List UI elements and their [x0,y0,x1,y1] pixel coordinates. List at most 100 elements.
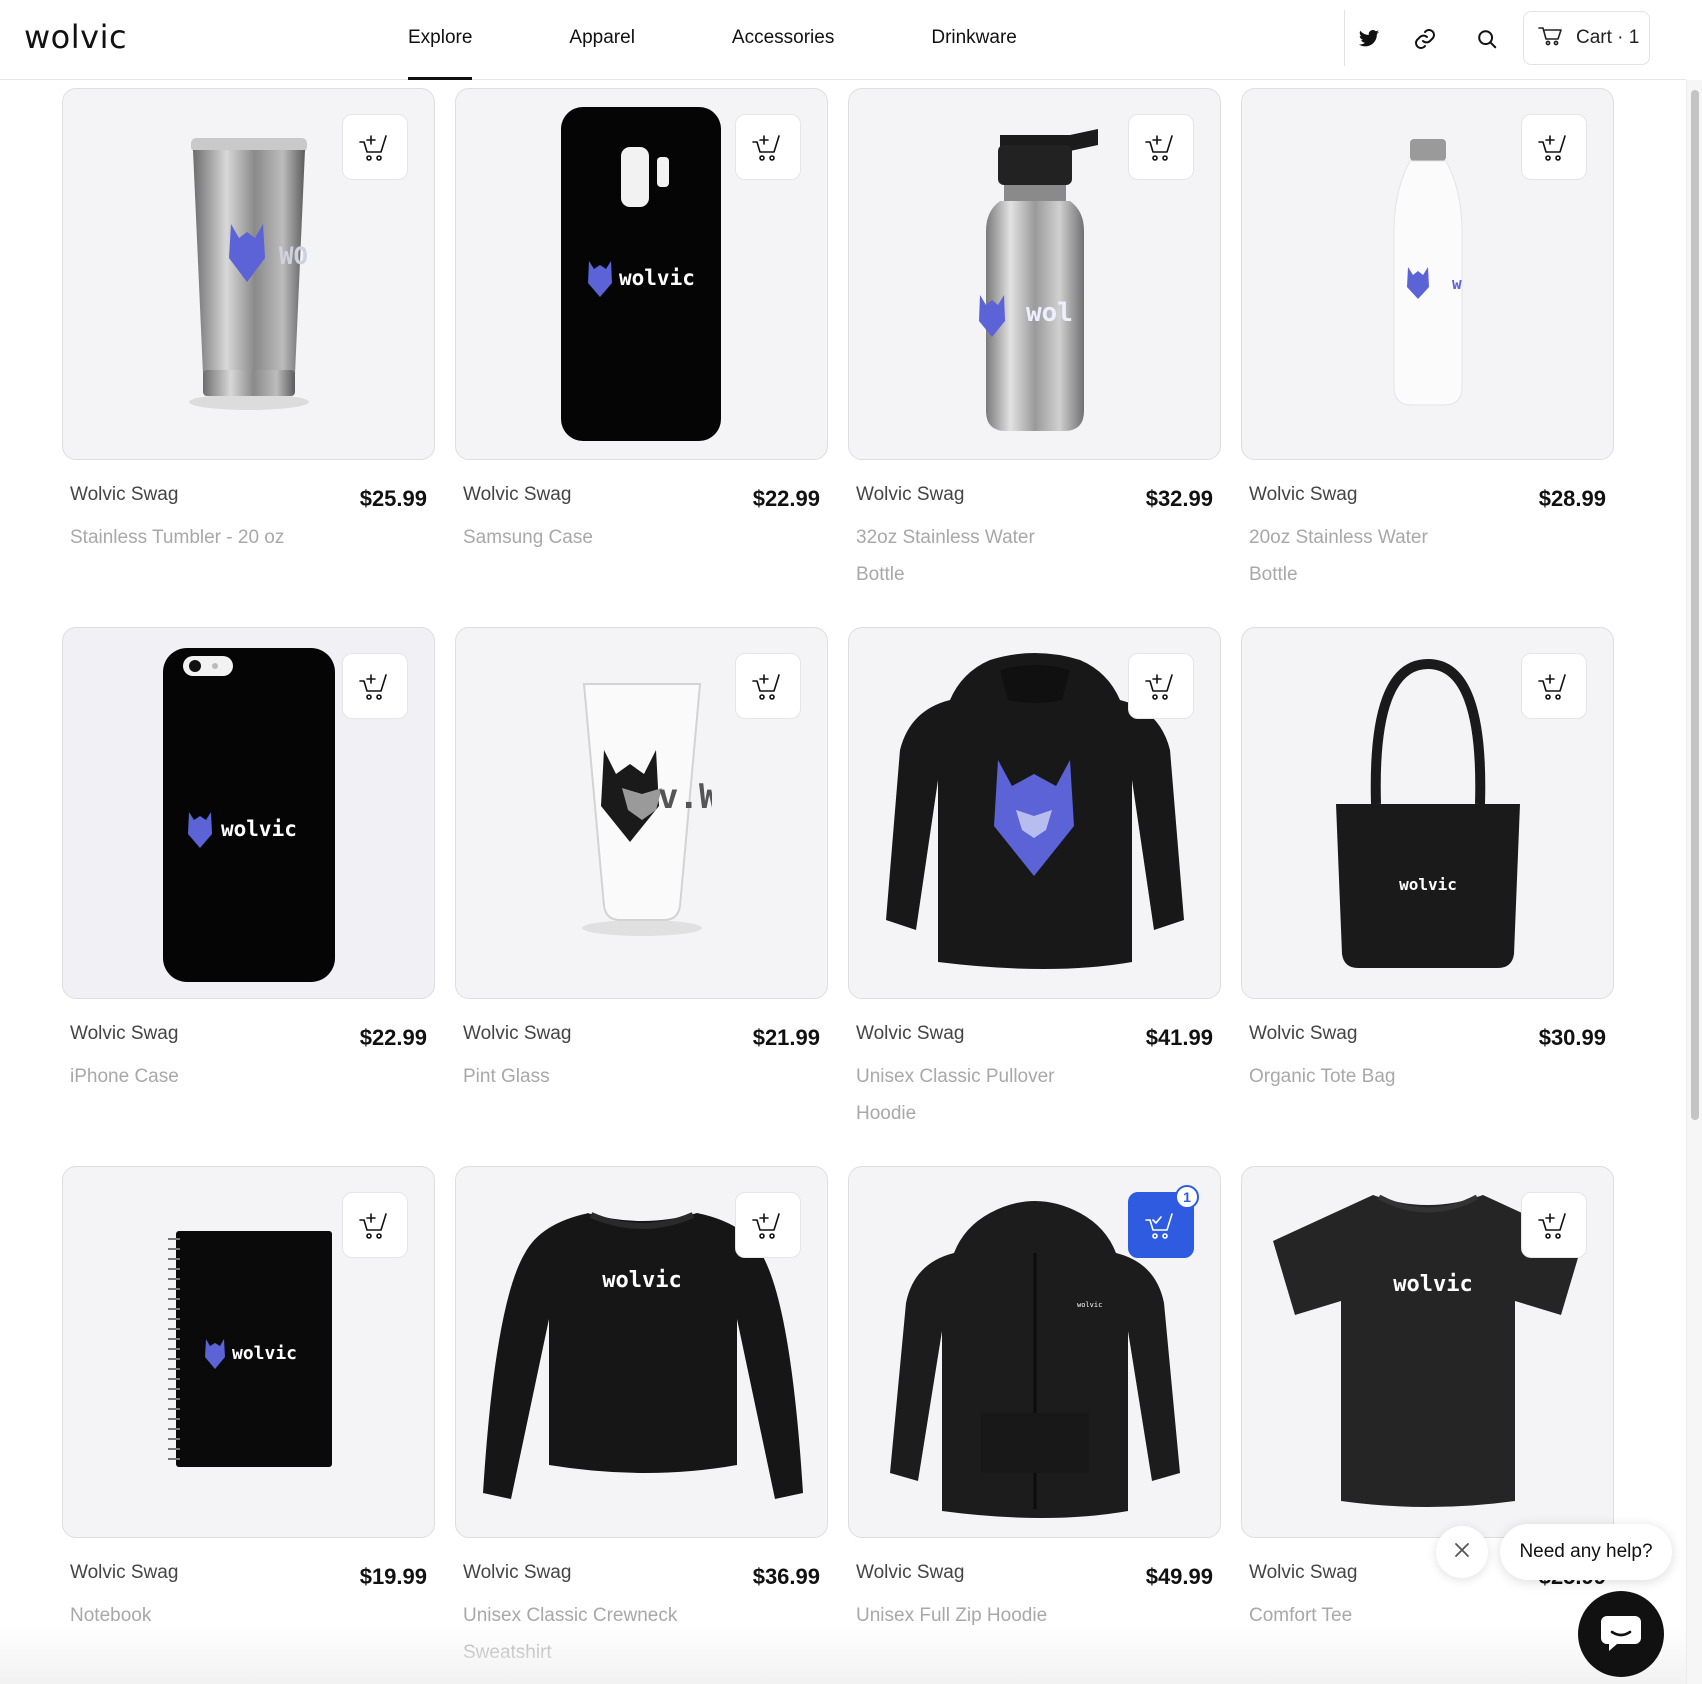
add-to-cart-button[interactable] [1128,653,1194,719]
cart-button[interactable]: Cart · 1 [1523,11,1650,65]
product-name[interactable]: Notebook [70,1597,300,1634]
add-to-cart-button-active[interactable]: 1 [1128,1185,1199,1258]
twitter-icon[interactable] [1354,24,1384,54]
add-to-cart-button[interactable] [735,114,801,180]
svg-text:v.W: v.W [658,777,712,817]
product-image-tote-bag[interactable]: wolvic [1241,627,1614,999]
product-card: wol Wolvic Swag $32.99 32oz Stainless Wa… [848,88,1221,627]
product-image-20oz-bottle[interactable]: w [1241,88,1614,460]
add-to-cart-button[interactable] [735,653,801,719]
product-name[interactable]: 20oz Stainless Water Bottle [1249,519,1479,593]
product-brand: Wolvic Swag [856,484,965,505]
product-image-pullover-hoodie[interactable] [848,627,1221,999]
header-divider [1344,10,1345,66]
product-price: $32.99 [1145,486,1213,511]
product-card: wolvic Wolvic Swag $36.99 Unisex Classic… [455,1166,828,1684]
product-name[interactable]: Unisex Full Zip Hoodie [856,1597,1086,1634]
nav-accessories[interactable]: Accessories [732,0,834,80]
top-header: wolvic Explore Apparel Accessories Drink… [0,0,1686,80]
product-brand: Wolvic Swag [70,1023,179,1044]
chat-icon [1599,1612,1643,1657]
add-to-cart-button[interactable] [342,1192,408,1258]
product-grid: WO Wolvic Swag $25.99 Stainless Tumbler … [62,88,1614,1684]
product-name[interactable]: 32oz Stainless Water Bottle [856,519,1086,593]
add-to-cart-button[interactable] [342,114,408,180]
cart-icon [1538,23,1564,53]
product-price: $22.99 [752,486,820,511]
add-to-cart-button[interactable] [1521,1192,1587,1258]
scrollbar-thumb[interactable] [1691,90,1699,1120]
product-price: $22.99 [359,1025,427,1050]
add-to-cart-button[interactable] [735,1192,801,1258]
product-name[interactable]: Comfort Tee [1249,1597,1479,1634]
product-brand: Wolvic Swag [463,1562,572,1583]
product-print-text: wolvic [1077,1301,1102,1309]
product-brand: Wolvic Swag [463,484,572,505]
product-card: w Wolvic Swag $28.99 20oz Stainless Wate… [1241,88,1614,627]
product-brand: Wolvic Swag [856,1023,965,1044]
product-image-32oz-bottle[interactable]: wol [848,88,1221,460]
product-price: $28.99 [1538,486,1606,511]
product-price: $25.99 [359,486,427,511]
product-brand: Wolvic Swag [70,1562,179,1583]
nav-explore[interactable]: Explore [408,0,473,80]
product-card: wolvic Wolvic Swag $30.99 Organic Tote B… [1241,627,1614,1166]
product-name[interactable]: Organic Tote Bag [1249,1058,1479,1095]
chat-launcher-button[interactable] [1578,1591,1664,1677]
product-name[interactable]: Unisex Classic Crewneck Sweatshirt [463,1597,693,1671]
add-to-cart-button[interactable] [1521,114,1587,180]
product-brand: Wolvic Swag [463,1023,572,1044]
product-name[interactable]: Stainless Tumbler - 20 oz [70,519,300,556]
search-icon[interactable] [1472,24,1502,54]
product-card: wolvic Wolvic Swag $19.99 Notebook [62,1166,435,1684]
product-brand: Wolvic Swag [70,484,179,505]
link-icon[interactable] [1410,24,1440,54]
product-print-text: wolvic [602,1268,681,1293]
cart-count-badge: 1 [1175,1185,1199,1209]
product-image-iphone-case[interactable]: wolvic [62,627,435,999]
product-name[interactable]: Pint Glass [463,1058,693,1095]
nav-drinkware[interactable]: Drinkware [931,0,1017,80]
product-price: $49.99 [1145,1564,1213,1589]
product-price: $21.99 [752,1025,820,1050]
product-price: $30.99 [1538,1025,1606,1050]
product-image-notebook[interactable]: wolvic [62,1166,435,1538]
chat-dismiss-button[interactable] [1436,1526,1488,1578]
product-image-comfort-tee[interactable]: wolvic [1241,1166,1614,1538]
product-print-text: wolvic [221,817,297,841]
chat-prompt[interactable]: Need any help? [1500,1524,1672,1580]
product-image-samsung-case[interactable]: wolvic [455,88,828,460]
product-print-text: wolvic [232,1343,297,1364]
product-brand: Wolvic Swag [1249,1562,1358,1583]
nav-apparel[interactable]: Apparel [569,0,635,80]
svg-text:w: w [1452,274,1462,293]
main-nav: Explore Apparel Accessories Drinkware [408,0,1114,80]
product-image-zip-hoodie[interactable]: wolvic 1 [848,1166,1221,1538]
product-card: wolvic Wolvic Swag $22.99 Samsung Case [455,88,828,627]
product-name[interactable]: Unisex Classic Pullover Hoodie [856,1058,1086,1132]
add-to-cart-button[interactable] [342,653,408,719]
product-price: $19.99 [359,1564,427,1589]
product-card: v.W Wolvic Swag $21.99 Pint Glass [455,627,828,1166]
product-name[interactable]: iPhone Case [70,1058,300,1095]
product-image-crewneck[interactable]: wolvic [455,1166,828,1538]
product-card: wolvic Wolvic Swag $25.99 Comfort Tee [1241,1166,1614,1684]
add-to-cart-button[interactable] [1128,114,1194,180]
page-scrollbar[interactable] [1686,80,1702,1684]
svg-text:WO: WO [279,242,308,270]
product-card: wolvic Wolvic Swag $22.99 iPhone Case [62,627,435,1166]
product-name[interactable]: Samsung Case [463,519,693,556]
product-brand: Wolvic Swag [1249,1023,1358,1044]
site-logo[interactable]: wolvic [24,18,127,56]
product-price: $36.99 [752,1564,820,1589]
close-icon [1453,1541,1471,1564]
product-image-tumbler[interactable]: WO [62,88,435,460]
product-image-pint-glass[interactable]: v.W [455,627,828,999]
product-card: WO Wolvic Swag $25.99 Stainless Tumbler … [62,88,435,627]
product-brand: Wolvic Swag [1249,484,1358,505]
product-price: $41.99 [1145,1025,1213,1050]
cart-label: Cart · 1 [1576,27,1640,48]
product-card: wolvic 1 Wolvic Swag $49.99 Unisex Full … [848,1166,1221,1684]
add-to-cart-button[interactable] [1521,653,1587,719]
product-print-text: wolvic [1399,875,1457,894]
